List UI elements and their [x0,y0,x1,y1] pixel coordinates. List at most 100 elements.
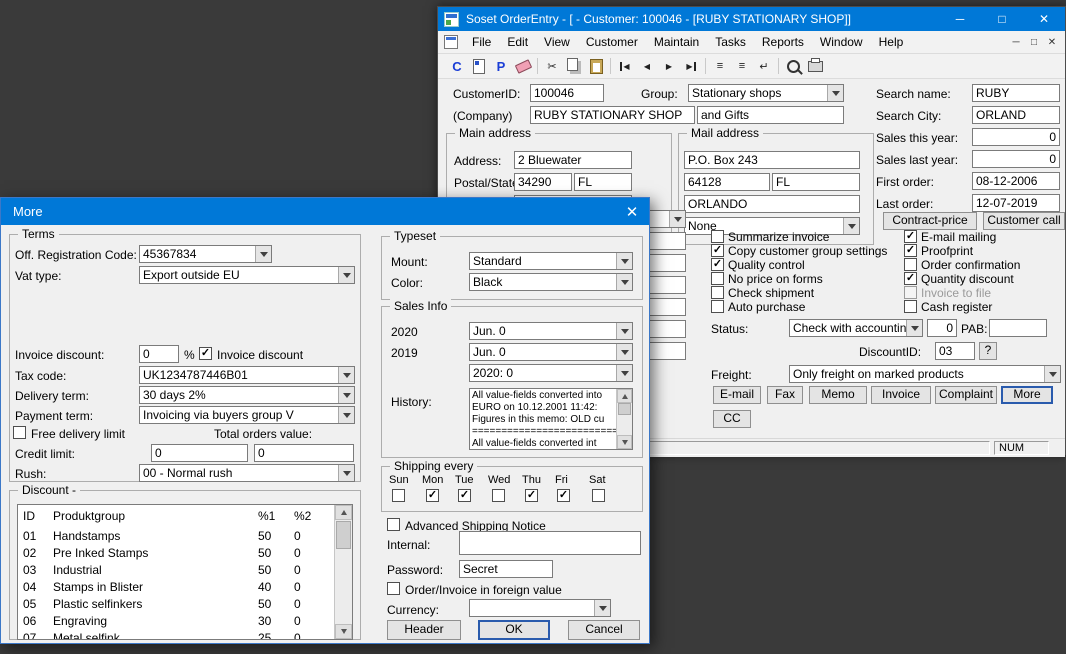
email-mailing-checkbox[interactable]: ✓ [904,230,917,243]
last-record-icon[interactable]: ▶ [680,56,702,76]
summarize-invoice-label[interactable]: Summarize invoice [728,230,829,244]
foreign-value-checkbox[interactable] [387,582,400,595]
day-wed-checkbox[interactable] [492,489,505,502]
mdi-minimize-button[interactable]: ─ [1007,33,1025,51]
scroll-up-icon[interactable] [617,389,632,403]
menu-edit[interactable]: Edit [499,31,536,53]
quantity-discount-checkbox[interactable]: ✓ [904,272,917,285]
first-record-icon[interactable]: ◀ [614,56,636,76]
scroll-thumb[interactable] [336,521,351,549]
check-shipment-checkbox[interactable] [711,286,724,299]
postal-field[interactable]: 34290 [514,173,572,191]
chevron-down-icon[interactable] [616,323,632,339]
table-row[interactable]: 05 Plastic selfinkers 50 0 [23,596,330,613]
company-field[interactable]: RUBY STATIONARY SHOP [530,106,695,124]
menu-customer[interactable]: Customer [578,31,646,53]
sales-this-year-field[interactable]: 0 [972,128,1060,146]
next-record-icon[interactable]: ▶ [658,56,680,76]
invoice-button[interactable]: Invoice [871,386,931,404]
menu-reports[interactable]: Reports [754,31,812,53]
header-button[interactable]: Header [387,620,461,640]
minimize-button[interactable]: ─ [939,7,981,31]
chevron-down-icon[interactable] [338,387,354,403]
child-window-icon[interactable] [444,35,458,49]
scroll-down-icon[interactable] [335,624,352,639]
total-orders-value-field[interactable]: 0 [254,444,354,462]
invoice-to-file-label[interactable]: Invoice to file [921,286,991,300]
search-name-field[interactable]: RUBY [972,84,1060,102]
quantity-discount-label[interactable]: Quantity discount [921,272,1014,286]
customer-call-button[interactable]: Customer call [983,212,1065,230]
cancel-button[interactable]: Cancel [568,620,640,640]
mail-line1-field[interactable]: P.O. Box 243 [684,151,860,169]
day-sat-checkbox[interactable] [592,489,605,502]
address-field[interactable]: 2 Bluewater [514,151,632,169]
menu-maintain[interactable]: Maintain [646,31,707,53]
prev-record-icon[interactable]: ◀ [636,56,658,76]
currency-combobox[interactable] [469,599,611,617]
day-tue-checkbox[interactable]: ✓ [458,489,471,502]
memo-button[interactable]: Memo [809,386,867,404]
status-aux-field[interactable]: 0 [927,319,957,337]
history-scrollbar[interactable] [616,389,632,449]
chevron-down-icon[interactable] [338,267,354,283]
invoice-discount-field[interactable]: 0 [139,345,179,363]
internal-field[interactable] [459,531,641,555]
table-row[interactable]: 06 Engraving 30 0 [23,613,330,630]
credit-limit-field[interactable]: 0 [151,444,248,462]
no-price-on-forms-checkbox[interactable] [711,272,724,285]
sales-last-year-field[interactable]: 0 [972,150,1060,168]
vat-type-combobox[interactable]: Export outside EU [139,266,355,284]
mdi-restore-button[interactable]: □ [1025,33,1043,51]
table-row[interactable]: 01 Handstamps 50 0 [23,528,330,545]
day-fri-checkbox[interactable]: ✓ [557,489,570,502]
paste-icon[interactable] [585,56,607,76]
off-reg-code-field[interactable]: 45367834 [139,245,272,263]
return-icon[interactable]: ↵ [753,56,775,76]
free-delivery-limit-label[interactable]: Free delivery limit [31,427,125,441]
invoice-to-file-checkbox[interactable] [904,286,917,299]
order-confirmation-label[interactable]: Order confirmation [921,258,1020,272]
chevron-down-icon[interactable] [616,344,632,360]
discount-id-field[interactable]: 03 [935,342,975,360]
invoice-discount-check-label[interactable]: Invoice discount [217,348,303,362]
columns-icon[interactable]: ≡ [731,56,753,76]
maximize-button[interactable]: □ [981,7,1023,31]
price-icon[interactable]: P [490,56,512,76]
complaint-button[interactable]: Complaint [935,386,997,404]
mail-state-field[interactable]: FL [772,173,860,191]
no-price-on-forms-label[interactable]: No price on forms [728,272,823,286]
title-bar[interactable]: Soset OrderEntry - [ - Customer: 100046 … [438,7,1065,31]
lookup-button[interactable] [255,246,271,262]
pab-field[interactable] [989,319,1047,337]
customer-icon[interactable]: C [446,56,468,76]
mount-combobox[interactable]: Standard [469,252,633,270]
zoom-icon[interactable] [782,56,804,76]
close-button[interactable]: ✕ [1023,7,1065,31]
menu-file[interactable]: File [464,31,499,53]
history-textbox[interactable]: All value-fields converted into EURO on … [469,388,633,450]
discount-table[interactable]: ID Produktgroup %1 %2 01 Handstamps 50 0… [17,504,353,640]
first-order-field[interactable]: 08-12-2006 [972,172,1060,190]
email-mailing-label[interactable]: E-mail mailing [921,230,996,244]
day-thu-checkbox[interactable]: ✓ [525,489,538,502]
proofprint-label[interactable]: Proofprint [921,244,973,258]
cc-button[interactable]: CC [713,410,751,428]
check-shipment-label[interactable]: Check shipment [728,286,814,300]
group-combobox[interactable]: Stationary shops [688,84,844,102]
rush-combobox[interactable]: 00 - Normal rush [139,464,355,482]
mail-city-field[interactable]: ORLANDO [684,195,860,213]
copy-icon[interactable] [563,56,585,76]
chevron-down-icon[interactable] [1044,366,1060,382]
print-icon[interactable] [804,56,826,76]
delivery-term-combobox[interactable]: 30 days 2% [139,386,355,404]
mail-postal-field[interactable]: 64128 [684,173,770,191]
menu-tasks[interactable]: Tasks [707,31,754,53]
company-field-2[interactable]: and Gifts [697,106,844,124]
order-confirmation-checkbox[interactable] [904,258,917,271]
eraser-icon[interactable] [512,56,534,76]
ok-button[interactable]: OK [478,620,550,640]
sales-2020-combobox[interactable]: Jun. 0 [469,322,633,340]
list-icon[interactable]: ≡ [709,56,731,76]
free-delivery-limit-checkbox[interactable] [13,426,26,439]
